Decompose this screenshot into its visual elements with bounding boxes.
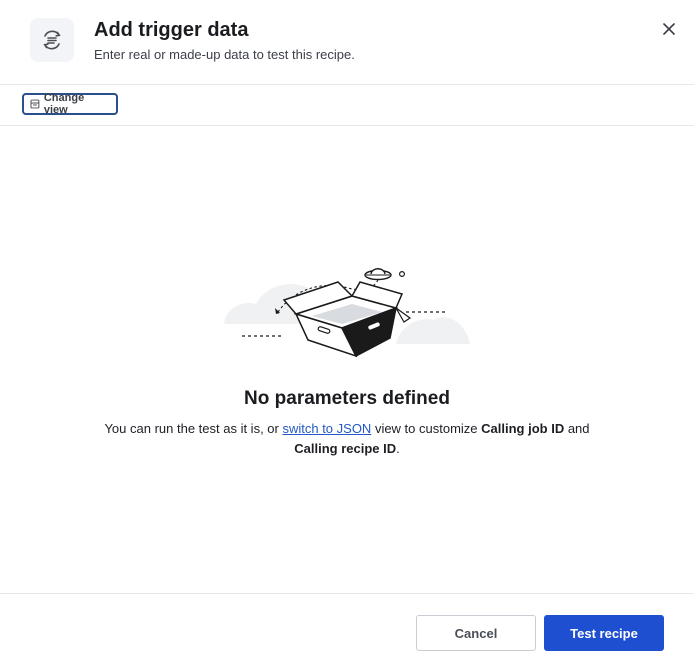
- dialog-header: Add trigger data Enter real or made-up d…: [0, 0, 694, 85]
- close-button[interactable]: [660, 20, 678, 38]
- calling-job-id-label: Calling job ID: [481, 421, 565, 436]
- dialog-footer: Cancel Test recipe: [0, 593, 694, 669]
- message-text-and: and: [564, 421, 590, 436]
- message-text-end: .: [396, 441, 400, 456]
- empty-state-message: You can run the test as it is, or switch…: [97, 419, 597, 459]
- change-view-button[interactable]: Change view: [22, 92, 118, 116]
- add-trigger-data-dialog: Add trigger data Enter real or made-up d…: [0, 0, 694, 668]
- empty-box-ufo-illustration: [220, 262, 476, 367]
- calling-recipe-id-label: Calling recipe ID: [294, 441, 397, 456]
- close-icon: [663, 23, 675, 35]
- empty-state-title: No parameters defined: [244, 388, 450, 409]
- test-recipe-button[interactable]: Test recipe: [544, 615, 664, 651]
- message-text-middle: view to customize: [371, 421, 482, 436]
- dialog-toolbar: Change view: [0, 85, 694, 126]
- dialog-subtitle: Enter real or made-up data to test this …: [94, 47, 355, 62]
- message-text-start: You can run the test as it is, or: [104, 421, 283, 436]
- dialog-title: Add trigger data: [94, 19, 249, 41]
- view-icon: [30, 99, 40, 109]
- switch-to-json-link[interactable]: switch to JSON: [282, 421, 371, 436]
- trigger-data-icon: [30, 18, 74, 62]
- cancel-button[interactable]: Cancel: [416, 615, 536, 651]
- change-view-label: Change view: [43, 92, 85, 116]
